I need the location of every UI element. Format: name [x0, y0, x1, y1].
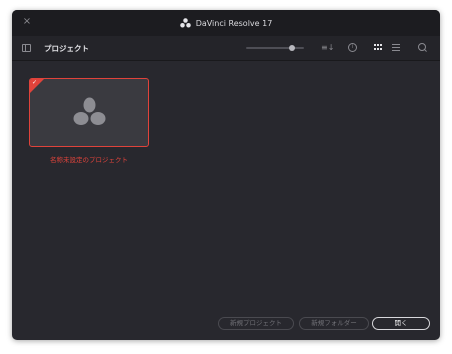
project-grid: ✓ 名称未設定のプロジェクト — [12, 61, 440, 307]
open-button[interactable]: 開く — [372, 317, 430, 330]
toolbar: プロジェクト ≡↓ i — [12, 36, 440, 61]
davinci-resolve-placeholder-icon — [73, 97, 106, 125]
toolbar-title: プロジェクト — [44, 44, 89, 53]
footer-bar: 新規プロジェクト 新規フォルダー 開く — [12, 310, 440, 340]
new-folder-button[interactable]: 新規フォルダー — [299, 317, 369, 330]
grid-view-icon[interactable] — [374, 44, 383, 51]
zoom-slider[interactable] — [246, 47, 304, 49]
info-icon[interactable]: i — [348, 43, 357, 52]
title-group: DaVinci Resolve 17 — [12, 10, 440, 36]
davinci-resolve-logo-icon — [179, 18, 191, 28]
search-icon[interactable] — [418, 43, 426, 51]
title-bar: × DaVinci Resolve 17 — [12, 10, 440, 36]
zoom-slider-handle[interactable] — [289, 45, 296, 51]
new-project-button[interactable]: 新規プロジェクト — [218, 317, 294, 330]
checkmark-icon: ✓ — [32, 79, 38, 86]
list-view-icon[interactable] — [392, 44, 400, 51]
sort-icon[interactable]: ≡↓ — [321, 43, 334, 53]
project-manager-window: × DaVinci Resolve 17 プロジェクト ≡↓ i ✓ 名称未設定… — [12, 10, 440, 340]
project-name-label[interactable]: 名称未設定のプロジェクト — [29, 154, 149, 164]
panel-toggle-icon[interactable] — [22, 44, 31, 52]
window-title: DaVinci Resolve 17 — [195, 18, 273, 28]
project-thumbnail[interactable]: ✓ — [29, 78, 149, 147]
